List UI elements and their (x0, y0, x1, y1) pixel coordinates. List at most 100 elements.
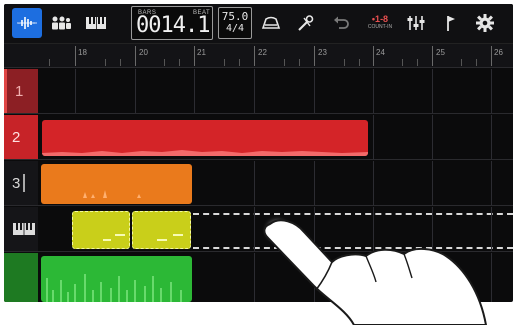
bar-gridline (373, 115, 374, 159)
track-row-4[interactable] (4, 207, 513, 252)
ruler-major-tick (432, 46, 433, 66)
band-members-button[interactable] (46, 8, 76, 38)
wrench-scissors-icon (298, 15, 314, 31)
timeline-ruler[interactable]: 18 20 21 22 23 24 25 26 (4, 44, 513, 68)
tempo-value: 75.0 (221, 10, 249, 23)
tempo-display[interactable]: 75.0 4/4 (218, 7, 252, 39)
flag-icon (447, 16, 455, 31)
audio-region[interactable] (41, 256, 192, 302)
faders-icon (407, 16, 425, 30)
bar-gridline (314, 253, 315, 302)
track-row-5[interactable] (4, 253, 513, 302)
ruler-minor-tick (239, 59, 240, 66)
track-view-button[interactable] (12, 8, 42, 38)
ruler-minor-tick (120, 59, 121, 66)
counter-beat-label: BEAT (193, 10, 211, 16)
ruler-label: 21 (197, 48, 206, 57)
track-row-2[interactable]: 2 (4, 115, 513, 160)
counter-bars-label: BARS (138, 10, 157, 16)
daw-screen: BARS BEAT 0014.1 75.0 4/4 •1-8 COUNT-IN … (4, 4, 513, 302)
touch-point (271, 224, 283, 236)
copy-placeholder-outline (193, 213, 513, 249)
bar-gridline (314, 161, 315, 205)
bar-gridline (432, 207, 433, 251)
audio-waveform (42, 150, 368, 156)
position-counter[interactable]: BARS BEAT 0014.1 (131, 6, 213, 40)
bar-gridline (491, 253, 492, 302)
track-number: 1 (15, 82, 24, 100)
track-header-2[interactable]: 2 (4, 115, 38, 159)
keyboard-button[interactable] (81, 8, 111, 38)
ruler-label: 26 (494, 48, 503, 57)
ruler-minor-tick (344, 59, 345, 66)
bar-gridline (373, 207, 374, 251)
track-header-4[interactable] (4, 207, 38, 251)
ruler-minor-tick (299, 59, 300, 66)
ruler-label: 25 (436, 48, 445, 57)
count-in-button[interactable]: •1-8 COUNT-IN (363, 8, 397, 38)
track-row-1[interactable]: 1 (4, 69, 513, 114)
ruler-minor-tick (359, 59, 360, 66)
ruler-minor-tick (417, 59, 418, 66)
bar-gridline (491, 69, 492, 113)
count-in-label: •1-8 (371, 14, 389, 24)
track-row-3[interactable]: 3 (4, 161, 513, 206)
ruler-major-tick (135, 46, 136, 66)
time-signature: 4/4 (225, 23, 245, 34)
midi-region[interactable] (72, 211, 130, 249)
midi-region-copy[interactable] (132, 211, 191, 249)
ruler-minor-tick (164, 59, 165, 66)
ruler-major-tick (373, 46, 374, 66)
bar-gridline (432, 253, 433, 302)
ruler-label: 24 (376, 48, 385, 57)
track-list: 1 2 3 (4, 69, 513, 302)
bar-gridline (373, 161, 374, 205)
track-lane[interactable] (38, 253, 513, 302)
track-header-5[interactable] (4, 253, 38, 302)
bar-gridline (491, 115, 492, 159)
bar-gridline (373, 69, 374, 113)
track-level-meter (23, 174, 26, 192)
undo-button[interactable] (326, 8, 356, 38)
marker-button[interactable] (436, 8, 466, 38)
piano-keys-icon (86, 17, 106, 29)
track-lane[interactable] (38, 115, 513, 159)
track-lane[interactable] (38, 207, 513, 251)
waveform-icon (17, 17, 37, 29)
bar-gridline (254, 207, 255, 251)
settings-button[interactable] (470, 8, 500, 38)
bar-gridline (491, 161, 492, 205)
audio-region[interactable] (42, 120, 368, 156)
drum-hits (83, 190, 141, 198)
ruler-major-tick (314, 46, 315, 66)
ruler-minor-tick (224, 59, 225, 66)
bar-gridline (254, 253, 255, 302)
track-header-3[interactable]: 3 (4, 161, 38, 205)
ruler-major-tick (194, 46, 195, 66)
bar-gridline (432, 69, 433, 113)
gear-icon (476, 14, 494, 32)
bar-gridline (254, 161, 255, 205)
metronome-icon (261, 16, 281, 29)
tools-button[interactable] (291, 8, 321, 38)
track-number: 3 (12, 174, 21, 192)
track-number: 2 (12, 128, 21, 146)
bar-gridline (314, 69, 315, 113)
bar-gridline (373, 253, 374, 302)
track-lane[interactable] (38, 69, 513, 113)
track-lane[interactable] (38, 161, 513, 205)
ruler-label: 20 (139, 48, 148, 57)
ruler-label: 22 (258, 48, 267, 57)
piano-icon (13, 223, 35, 235)
drum-region[interactable] (41, 164, 192, 204)
bar-gridline (491, 207, 492, 251)
ruler-label: 18 (78, 48, 87, 57)
bar-gridline (194, 69, 195, 113)
bar-gridline (432, 161, 433, 205)
bar-gridline (254, 69, 255, 113)
toolbar: BARS BEAT 0014.1 75.0 4/4 •1-8 COUNT-IN (4, 4, 513, 44)
track-header-1[interactable]: 1 (4, 69, 38, 113)
mixer-button[interactable] (401, 8, 431, 38)
people-icon (52, 16, 71, 30)
metronome-button[interactable] (256, 8, 286, 38)
